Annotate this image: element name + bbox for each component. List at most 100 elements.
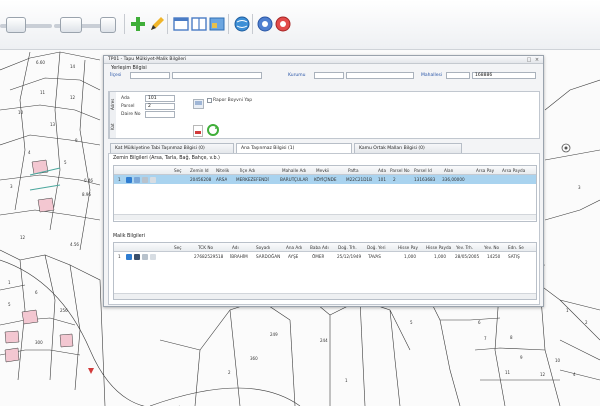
col-header[interactable]: Hisse Pay <box>398 243 418 252</box>
kurum-label: Kurumu <box>288 73 306 78</box>
ilce-name-input[interactable] <box>172 72 262 79</box>
document-icon[interactable] <box>150 176 156 183</box>
col-header[interactable]: Doğ. Trh. <box>338 243 357 252</box>
dogum-tarihi-cell: 25/12/1949 <box>337 254 362 259</box>
parcel-label: 0.46 <box>84 178 93 183</box>
globe-icon[interactable] <box>233 15 251 33</box>
document-icon[interactable] <box>150 253 156 260</box>
malik-title: Malik Bilgileri <box>113 234 145 239</box>
col-header[interactable]: Yev. Trh. <box>456 243 473 252</box>
map-icon[interactable] <box>208 15 226 33</box>
toolbar-separator <box>167 14 168 34</box>
parcel-label: 2 <box>585 320 588 325</box>
row-number: 1 <box>118 254 121 259</box>
hisse-payda-cell: 1,000 <box>434 254 446 259</box>
nitelik-cell: ARSA <box>216 177 228 182</box>
parcel-label: 8.96 <box>82 192 91 197</box>
recycle-icon[interactable] <box>207 121 219 136</box>
zoom-slider-thumb[interactable] <box>6 17 26 33</box>
col-header[interactable]: Alan <box>444 166 453 175</box>
report-checkbox[interactable] <box>207 98 212 103</box>
col-header[interactable]: Seç <box>174 243 182 252</box>
detail-icon[interactable] <box>126 253 132 260</box>
col-header[interactable]: TCK No <box>198 243 213 252</box>
zemin-id-cell: 20456208 <box>190 177 212 182</box>
malik-grid-header: Seç TCK No Adı Soyadı Ana Adı Baba Adı D… <box>114 243 536 252</box>
mahalle-code-input[interactable] <box>446 72 470 79</box>
col-header[interactable]: Seç <box>174 166 182 175</box>
person-icon[interactable] <box>134 253 140 260</box>
col-header[interactable]: Nitelik <box>216 166 229 175</box>
folder-icon[interactable] <box>142 253 148 260</box>
toolbar-separator <box>252 14 253 34</box>
detail-icon[interactable] <box>126 176 132 183</box>
daire-input[interactable] <box>145 111 175 118</box>
col-header[interactable]: Mahalle Adı <box>282 166 306 175</box>
table-row[interactable]: 1 27682529518 İBRAHİM SARDOĞAN AYŞE ÖMER… <box>114 252 536 261</box>
ada-input[interactable]: 101 <box>145 95 175 102</box>
parcel-label: 1 <box>8 280 11 285</box>
parcel-label: 12 <box>70 95 76 100</box>
parcel-label: 8 <box>510 335 513 340</box>
tab-content: Zemin Bilgileri (Arsa, Tarla, Bağ, Bahçe… <box>108 153 540 305</box>
col-header[interactable]: Parsel No <box>390 166 410 175</box>
dialog-title-text: TP01 - Tapu Mülkiyet-Malik Bilgileri <box>108 57 187 62</box>
col-header[interactable]: İlçe Adı <box>240 166 255 175</box>
parsel-input[interactable]: 2 <box>145 103 175 110</box>
malik-grid: Seç TCK No Adı Soyadı Ana Adı Baba Adı D… <box>113 242 537 300</box>
parcel-label: 10 <box>18 110 24 115</box>
col-header[interactable]: Mevkii <box>316 166 329 175</box>
col-header[interactable]: Ana Adı <box>286 243 302 252</box>
mahalle-name-input[interactable]: 168886 <box>472 72 536 79</box>
ilce-code-input[interactable] <box>130 72 170 79</box>
col-header[interactable]: Hisse Payda <box>426 243 451 252</box>
search-parcel-icon[interactable] <box>193 94 204 109</box>
close-button[interactable]: × <box>534 57 540 63</box>
parsel-cell: 2 <box>393 177 396 182</box>
parcel-label: 244 <box>320 338 328 343</box>
parsel-label: Parsel <box>121 104 135 109</box>
horizontal-scrollbar[interactable] <box>114 293 536 299</box>
parcel-label: 1 <box>345 378 348 383</box>
col-header[interactable]: Soyadı <box>256 243 270 252</box>
minimize-button[interactable]: □ <box>526 57 532 63</box>
daire-label: Daire No <box>121 112 141 117</box>
location-row: İlçesi Kurumu Mahallesi 168886 <box>104 72 543 80</box>
col-header[interactable]: Doğ. Yeri <box>367 243 386 252</box>
col-header[interactable]: Adı <box>232 243 239 252</box>
parcel-label: 5 <box>8 302 11 307</box>
location-section-title: Yerleşim Bilgisi <box>111 66 147 71</box>
col-header[interactable]: Arsa Pay <box>476 166 494 175</box>
plus-icon[interactable] <box>129 15 147 33</box>
stop-icon[interactable] <box>274 15 292 33</box>
report-checkbox-label: Rapor Boyvni Yap <box>213 98 253 103</box>
floor-vtab[interactable]: Kat <box>109 116 116 138</box>
refresh-icon[interactable] <box>256 15 274 33</box>
col-header[interactable]: Ada <box>378 166 386 175</box>
col-header[interactable]: Edn. Se <box>508 243 524 252</box>
col-header[interactable]: Zemin Id <box>190 166 209 175</box>
col-header[interactable]: Baba Adı <box>310 243 329 252</box>
address-vtab[interactable]: Adres <box>109 92 116 116</box>
col-header[interactable]: Parsel Id <box>414 166 432 175</box>
dialog-title[interactable]: TP01 - Tapu Mülkiyet-Malik Bilgileri □ × <box>104 56 543 64</box>
alan-cell: 336,00000 <box>442 177 465 182</box>
toolbar-separator <box>228 14 229 34</box>
pencil-icon[interactable] <box>148 15 166 33</box>
opacity-slider-end[interactable] <box>100 17 116 33</box>
folder-icon[interactable] <box>142 176 148 183</box>
kurum-code-input[interactable] <box>314 72 344 79</box>
map-pin-icon[interactable] <box>134 176 140 183</box>
col-header[interactable]: Yev. No <box>484 243 499 252</box>
tab-kat-mulkiyeti[interactable]: Kat Mülkiyetine Tabi Taşınmaz Bilgisi (0… <box>110 143 234 153</box>
table-row[interactable]: 1 20456208 ARSA MERKEZEFENDİ BARUTÇULAR … <box>114 175 536 184</box>
window-split-icon[interactable] <box>190 15 208 33</box>
kurum-name-input[interactable] <box>346 72 414 79</box>
col-header[interactable]: Pafta <box>348 166 359 175</box>
tab-kamu-ortak[interactable]: Kamu Ortak Malları Bilgisi (0) <box>354 143 462 153</box>
pdf-icon[interactable] <box>193 122 203 137</box>
window-icon[interactable] <box>172 15 190 33</box>
opacity-slider-thumb[interactable] <box>60 17 82 33</box>
horizontal-scrollbar[interactable] <box>114 214 536 220</box>
col-header[interactable]: Arsa Payda <box>502 166 525 175</box>
